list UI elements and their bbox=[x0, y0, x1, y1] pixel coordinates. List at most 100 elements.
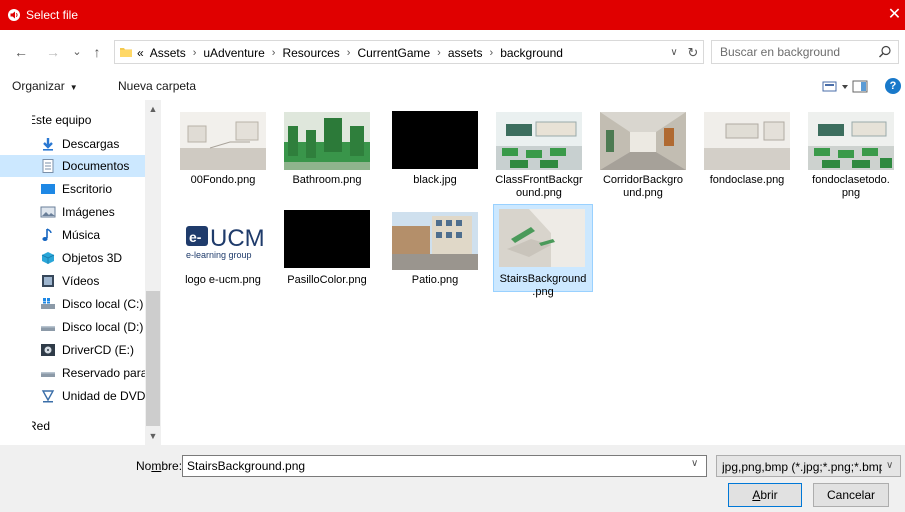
sidebar-item-documentos[interactable]: Documentos bbox=[0, 155, 145, 177]
images-icon bbox=[40, 206, 56, 218]
file-name: fondoclasetodo. png bbox=[812, 174, 890, 199]
sidebar-item-label: Escritorio bbox=[62, 182, 113, 196]
title-bar: Select file ✕ bbox=[0, 0, 905, 30]
search-box[interactable] bbox=[711, 40, 899, 64]
sidebar-item-red[interactable]: Red bbox=[32, 415, 145, 437]
thumbnail-stairs bbox=[499, 209, 585, 267]
breadcrumb-item-background[interactable]: background bbox=[500, 46, 563, 60]
file-name: PasilloColor.png bbox=[287, 274, 367, 286]
address-history-dropdown[interactable]: ∨ bbox=[667, 44, 681, 62]
dvd-drive-icon bbox=[41, 390, 55, 403]
breadcrumb-separator[interactable]: › bbox=[272, 47, 276, 59]
sidebar-item-label: DriverCD (E:) bbox=[62, 343, 134, 357]
view-options-icon[interactable] bbox=[822, 79, 852, 95]
sidebar-item-drivercd-e[interactable]: DriverCD (E:) bbox=[40, 339, 145, 361]
file-item-black[interactable]: black.jpg bbox=[385, 104, 485, 194]
download-arrow-icon bbox=[43, 138, 53, 151]
sidebar-item-imagenes[interactable]: Imágenes bbox=[40, 201, 145, 223]
drive-icon bbox=[41, 372, 55, 377]
sidebar-item-unidad-dvd[interactable]: Unidad de DVD (F:) bbox=[40, 385, 145, 407]
sidebar-scrollbar[interactable]: ▲ ▼ bbox=[145, 100, 161, 445]
file-type-filter-value: jpg,png,bmp (*.jpg;*.png;*.bmp) bbox=[722, 460, 882, 474]
file-item-corridorbackground[interactable]: CorridorBackgro und.png bbox=[593, 104, 693, 199]
file-item-fondoclasetodo[interactable]: fondoclasetodo. png bbox=[801, 104, 901, 199]
sidebar-item-disco-c[interactable]: Disco local (C:) bbox=[40, 293, 145, 315]
thumbnail-black bbox=[284, 210, 370, 268]
sidebar-item-videos[interactable]: Vídeos bbox=[40, 270, 145, 292]
sidebar-item-label: Música bbox=[62, 228, 101, 242]
file-grid: 00Fondo.png Bathroom.png black.jpg Class… bbox=[162, 100, 905, 445]
thumbnail-classroom-full bbox=[808, 112, 894, 170]
open-button[interactable]: Abrir bbox=[728, 483, 802, 507]
breadcrumb-item-resources[interactable]: Resources bbox=[282, 46, 339, 60]
breadcrumb-item-currentgame[interactable]: CurrentGame bbox=[357, 46, 430, 60]
sidebar-item-disco-d[interactable]: Disco local (D:) bbox=[40, 316, 145, 338]
file-item-00fondo[interactable]: 00Fondo.png bbox=[173, 104, 273, 194]
new-folder-button[interactable]: Nueva carpeta bbox=[118, 79, 196, 93]
up-button[interactable]: ↑ bbox=[88, 40, 106, 64]
file-name: Bathroom.png bbox=[292, 174, 362, 186]
sidebar-item-label: Objetos 3D bbox=[62, 251, 123, 265]
navigation-pane: Este equipo Descargas Documentos Escrito… bbox=[0, 100, 161, 445]
file-item-patio[interactable]: Patio.png bbox=[385, 204, 485, 294]
file-name: fondoclase.png bbox=[709, 174, 785, 186]
breadcrumb-separator[interactable]: › bbox=[490, 47, 494, 59]
sidebar-item-este-equipo[interactable]: Este equipo bbox=[32, 109, 145, 131]
navigation-bar: ← → ⌄ ↑ « Assets › uAdventure › Resource… bbox=[0, 30, 905, 76]
breadcrumb-separator[interactable]: › bbox=[347, 47, 351, 59]
scroll-down-icon[interactable]: ▼ bbox=[145, 429, 161, 443]
help-icon[interactable]: ? bbox=[885, 78, 901, 94]
filename-input[interactable] bbox=[183, 456, 683, 476]
organize-button[interactable]: Organizar ▼ bbox=[12, 79, 78, 93]
sidebar-item-label: Imágenes bbox=[62, 205, 115, 219]
breadcrumb-item-uadventure[interactable]: uAdventure bbox=[203, 46, 264, 60]
command-toolbar: Organizar ▼ Nueva carpeta ? bbox=[0, 76, 905, 98]
cd-drive-icon bbox=[41, 344, 55, 356]
windows-drive-icon bbox=[41, 298, 55, 309]
sidebar-item-objetos-3d[interactable]: Objetos 3D bbox=[40, 247, 145, 269]
sidebar-item-label: Reservado para el sistema bbox=[62, 366, 145, 380]
sidebar-item-label: Disco local (D:) bbox=[62, 320, 144, 334]
scrollbar-thumb[interactable] bbox=[146, 291, 160, 426]
breadcrumb-item-assets-lower[interactable]: assets bbox=[448, 46, 483, 60]
breadcrumb-item-assets[interactable]: Assets bbox=[150, 46, 186, 60]
cancel-button[interactable]: Cancelar bbox=[813, 483, 889, 507]
address-bar[interactable]: « Assets › uAdventure › Resources › Curr… bbox=[114, 40, 704, 64]
speaker-icon bbox=[8, 9, 20, 21]
forward-button[interactable]: → bbox=[44, 40, 62, 64]
breadcrumb: « Assets › uAdventure › Resources › Curr… bbox=[137, 46, 563, 60]
sidebar-item-musica[interactable]: Música bbox=[40, 224, 145, 246]
file-type-filter-select[interactable]: jpg,png,bmp (*.jpg;*.png;*.bmp) ∨ bbox=[716, 455, 901, 477]
recent-locations-button[interactable]: ⌄ bbox=[68, 40, 86, 64]
chevron-down-icon[interactable]: ∨ bbox=[886, 460, 893, 471]
sidebar-item-descargas[interactable]: Descargas bbox=[40, 133, 145, 155]
breadcrumb-separator[interactable]: › bbox=[437, 47, 441, 59]
back-button[interactable]: ← bbox=[12, 40, 30, 64]
filename-label: Nombre: bbox=[136, 459, 182, 473]
chevron-down-icon[interactable]: ∨ bbox=[691, 458, 698, 469]
filename-combobox[interactable]: ∨ bbox=[182, 455, 707, 477]
sidebar-item-escritorio[interactable]: Escritorio bbox=[40, 178, 145, 200]
breadcrumb-overflow[interactable]: « bbox=[137, 46, 144, 60]
breadcrumb-separator[interactable]: › bbox=[193, 47, 197, 59]
file-item-classfrontbackground[interactable]: ClassFrontBackgr ound.png bbox=[489, 104, 589, 199]
refresh-button[interactable]: ↻ bbox=[685, 44, 701, 62]
file-item-logo-e-ucm[interactable]: e- UCM e-learning group logo e-ucm.png bbox=[173, 204, 273, 294]
search-icon[interactable] bbox=[878, 45, 892, 59]
close-button[interactable]: ✕ bbox=[884, 5, 905, 25]
sidebar-item-reservado[interactable]: Reservado para el sistema bbox=[40, 362, 145, 384]
file-item-fondoclase[interactable]: fondoclase.png bbox=[697, 104, 797, 194]
scroll-up-icon[interactable]: ▲ bbox=[145, 102, 161, 116]
sidebar-item-label: Red bbox=[32, 419, 51, 433]
logo-mark: e- bbox=[189, 229, 202, 245]
file-name: ClassFrontBackgr ound.png bbox=[495, 174, 583, 199]
desktop-icon bbox=[41, 184, 55, 194]
file-item-bathroom[interactable]: Bathroom.png bbox=[277, 104, 377, 194]
preview-pane-icon[interactable] bbox=[852, 79, 868, 95]
organize-label: Organizar bbox=[12, 79, 65, 93]
cube-icon bbox=[41, 252, 55, 264]
file-item-stairsbackground[interactable]: StairsBackground .png bbox=[493, 204, 593, 298]
folder-icon bbox=[120, 48, 132, 57]
search-input[interactable] bbox=[712, 41, 872, 63]
file-item-pasillocolor[interactable]: PasilloColor.png bbox=[277, 204, 377, 294]
